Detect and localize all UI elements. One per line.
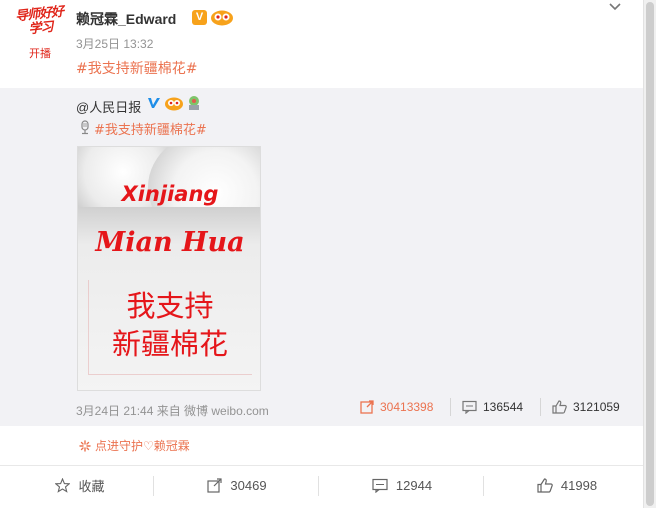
forwarded-repost-count: 30413398 (380, 400, 434, 414)
vip-level-icon (211, 10, 233, 26)
avatar[interactable]: 导师好好学习 开播 (14, 4, 66, 60)
live-label: 开播 (29, 47, 51, 60)
guard-link[interactable]: 点进守护♡赖冠霖 (79, 437, 190, 454)
divider (450, 398, 451, 416)
forwarded-meta[interactable]: 3月24日 21:44 来自 微博 weibo.com (76, 402, 269, 419)
repost-icon (360, 400, 374, 414)
thumbs-up-icon (552, 400, 567, 414)
image-text-line: 新疆棉花 (111, 327, 228, 361)
forwarded-repost-button[interactable]: 30413398 (360, 400, 433, 414)
collect-button[interactable]: 收藏 (0, 466, 160, 504)
image-text-line: 我支持 (126, 289, 214, 323)
forwarded-comment-count: 136544 (483, 400, 524, 414)
forwarded-hashtag-link[interactable]: #我支持新疆棉花# (94, 119, 207, 138)
divider (540, 398, 541, 416)
forwarded-username-link[interactable]: @人民日报 (76, 97, 141, 116)
forwarded-like-button[interactable]: 3121059 (552, 400, 620, 414)
forwarded-comment-button[interactable]: 136544 (462, 400, 523, 414)
divider (318, 476, 319, 496)
guard-link-text: 点进守护♡赖冠霖 (95, 439, 190, 453)
divider (483, 476, 484, 496)
like-button[interactable]: 41998 (487, 466, 647, 504)
scrollbar-thumb[interactable] (646, 2, 654, 506)
like-count: 41998 (560, 477, 598, 493)
username-link[interactable]: 赖冠霖_Edward (76, 9, 176, 29)
comment-icon (462, 400, 477, 414)
comment-icon (372, 478, 388, 493)
post-timestamp[interactable]: 3月25日 13:32 (76, 35, 153, 52)
post-image[interactable]: Xinjiang Mian Hua 我支持 新疆棉花 (77, 146, 261, 391)
verified-v-icon: V (192, 10, 207, 25)
comment-button[interactable]: 12944 (322, 466, 482, 504)
forwarded-post: @人民日报 #我支持新疆棉花# Xinjiang Mian Hua 我支持 新疆… (0, 88, 643, 426)
avatar-logo-text: 导师好好学习 (14, 4, 64, 38)
forwarded-like-count: 3121059 (573, 400, 620, 414)
comment-count: 12944 (395, 477, 433, 493)
repost-count: 30469 (230, 477, 267, 493)
thumbs-up-icon (537, 477, 553, 493)
post-hashtag-link[interactable]: #我支持新疆棉花# (76, 58, 197, 78)
verified-v-icon (148, 98, 160, 108)
image-text-mianhua: Mian Hua (95, 227, 245, 258)
collect-label: 收藏 (78, 478, 105, 494)
image-text-chinese: 我支持 新疆棉花 (78, 287, 260, 363)
chevron-down-icon[interactable] (608, 2, 622, 12)
divider (153, 476, 154, 496)
star-icon (55, 477, 71, 493)
repost-icon (207, 477, 223, 493)
image-text-xinjiang: Xinjiang (121, 182, 219, 206)
weibo-post-card: 导师好好学习 开播 赖冠霖_Edward V 3月25日 13:32 #我支持新… (0, 0, 643, 508)
vip-level-icon (165, 97, 183, 111)
vertical-scrollbar[interactable] (643, 0, 656, 508)
repost-button[interactable]: 30469 (157, 466, 317, 504)
sparkle-icon (79, 440, 91, 452)
gift-icon (189, 96, 199, 110)
microphone-icon (81, 120, 89, 135)
post-actions-bar: 收藏 30469 12944 41998 (0, 465, 643, 503)
